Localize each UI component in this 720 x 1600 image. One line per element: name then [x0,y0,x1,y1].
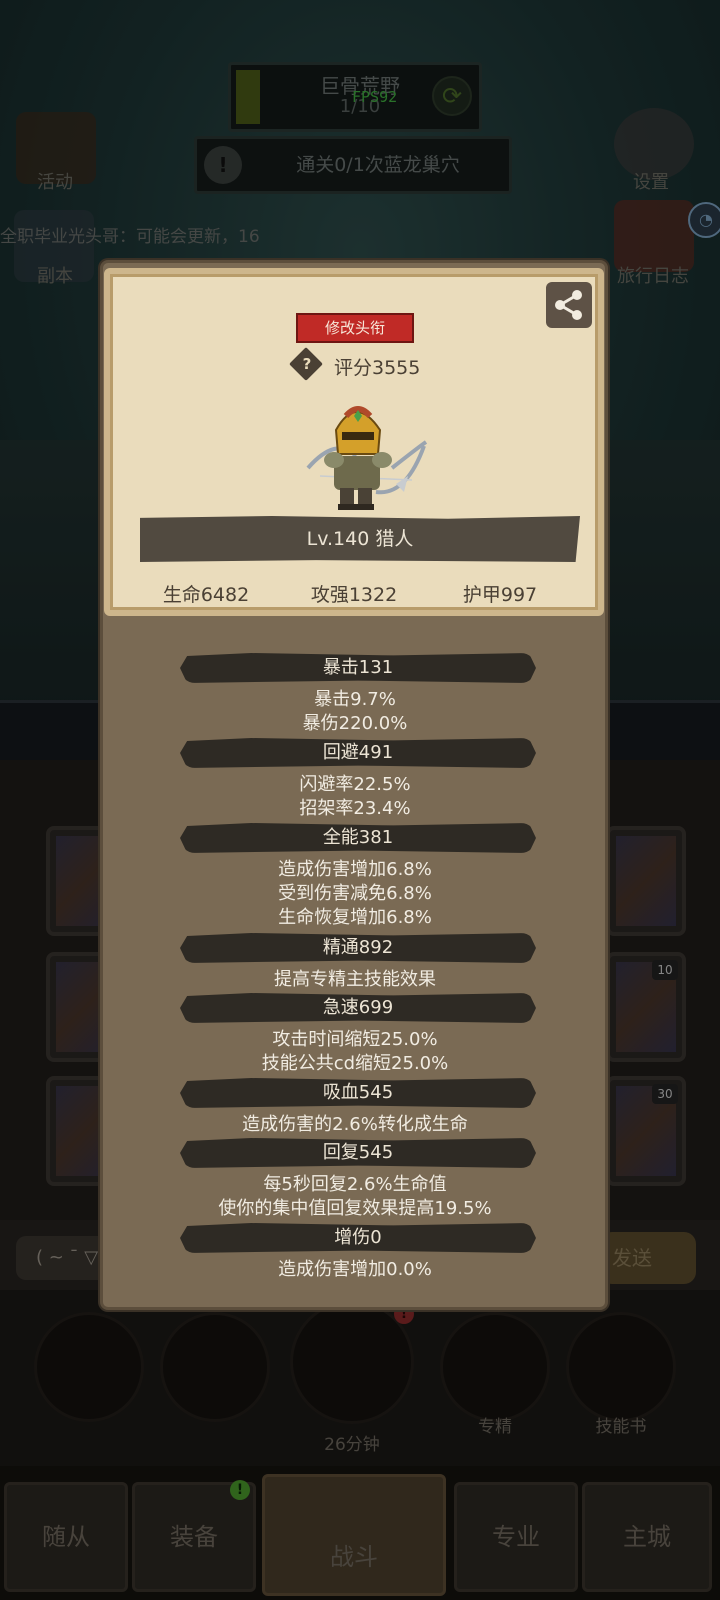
stat-line: 造成伤害增加6.8% [278,859,432,880]
stat-line: 提高专精主技能效果 [274,969,436,990]
attack-power-stat: 攻强1322 [310,584,398,606]
stat-line: 技能公共cd缩短25.0% [261,1053,449,1074]
stat-line: 生命恢复增加6.8% [278,907,432,928]
armor-stat: 护甲997 [462,584,538,606]
stat-line: 攻击时间缩短25.0% [272,1029,438,1050]
stat-header-damage-increase: 增伤0 [180,1223,536,1253]
stat-line: 暴伤220.0% [302,713,408,734]
stat-line: 每5秒回复2.6%生命值 [263,1174,447,1195]
share-icon [555,290,582,320]
edit-title-button[interactable]: 修改头衔 [296,313,414,343]
stat-header-recovery: 回复545 [180,1138,536,1168]
stat-header-versatility: 全能381 [180,823,536,853]
stat-line: 使你的集中值回复效果提高19.5% [218,1198,492,1219]
stat-line: 闪避率22.5% [299,774,411,795]
stat-line: 造成伤害增加0.0% [278,1259,432,1280]
stat-line: 招架率23.4% [299,798,411,819]
hp-stat: 生命6482 [162,584,250,606]
level-class-bar: Lv.140 猎人 [140,516,580,562]
help-icon-glyph: ? [302,355,312,373]
stat-header-mastery: 精通892 [180,933,536,963]
stat-header-crit: 暴击131 [180,653,536,683]
stat-line: 受到伤害减免6.8% [278,883,432,904]
hunter-character-sprite [306,406,428,510]
stat-line: 暴击9.7% [314,689,396,710]
stat-line: 造成伤害的2.6%转化成生命 [242,1114,468,1135]
share-button[interactable] [546,282,592,328]
stat-header-haste: 急速699 [180,993,536,1023]
stat-header-avoidance: 回避491 [180,738,536,768]
score-text: 评分3555 [334,357,421,379]
stat-header-leech: 吸血545 [180,1078,536,1108]
